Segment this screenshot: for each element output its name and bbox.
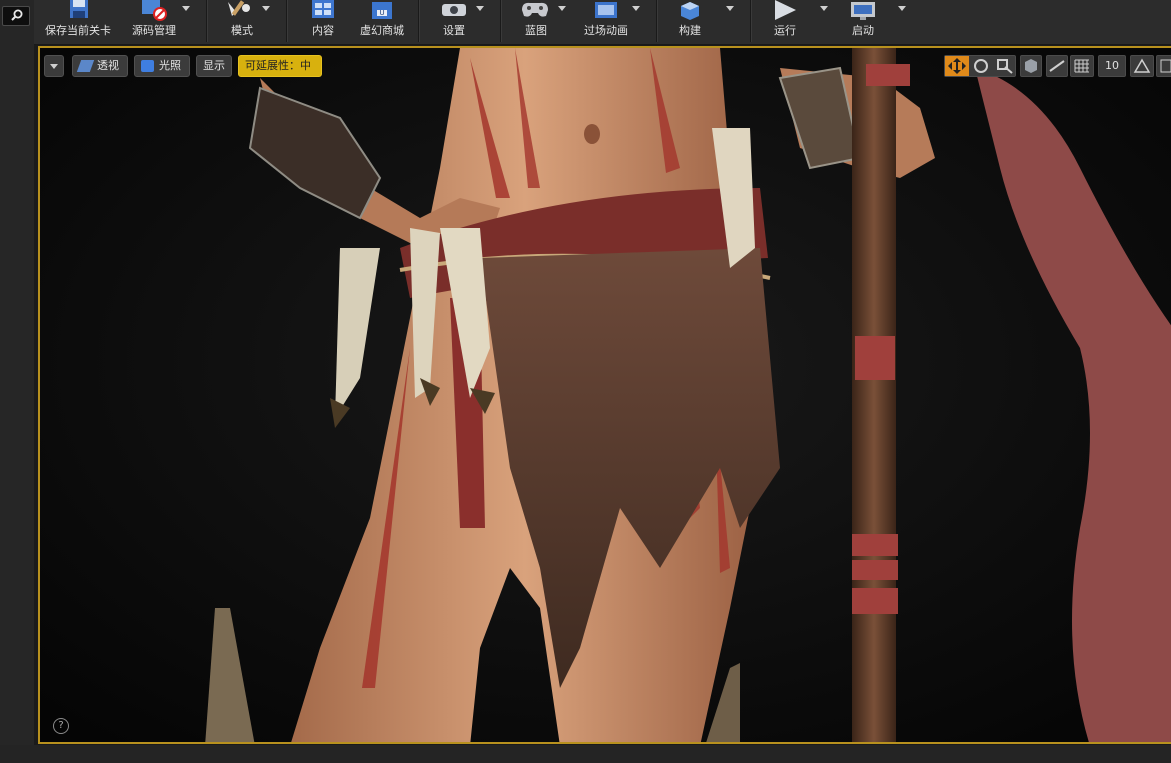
perspective-cube-icon [76,60,95,72]
bottom-status-bar [0,745,1171,763]
perspective-label: 透视 [97,59,119,72]
grid-snap-toggle[interactable] [1070,55,1094,77]
left-panel [0,0,34,763]
rotation-snap-icon [1133,58,1151,73]
build-button[interactable]: 构建 [668,0,712,42]
cinematics-label: 过场动画 [584,24,628,37]
content-grid-icon [312,0,334,18]
save-current-level-button[interactable]: 保存当前关卡 [40,0,116,42]
save-current-level-label: 保存当前关卡 [45,24,111,37]
source-control-icon [142,0,167,21]
transform-tools-group [944,55,1016,77]
launch-dropdown-arrow[interactable] [898,6,906,11]
lit-sphere-icon [141,60,154,72]
play-icon [775,0,796,20]
settings-button[interactable]: 设置 [434,0,474,42]
toolbar-separator [656,0,658,42]
surface-snap-icon [1049,60,1065,72]
rotate-tool-icon[interactable] [969,56,993,76]
modes-dropdown-arrow[interactable] [262,6,270,11]
search-icon [11,9,23,21]
grid-snap-value[interactable]: 10 [1098,55,1126,77]
play-button[interactable]: 运行 [762,0,808,42]
toolbar-separator [286,0,288,42]
build-dropdown-arrow[interactable] [726,6,734,11]
toolbar-separator [418,0,420,42]
build-label: 构建 [679,24,701,37]
scalability-label: 可延展性：中 [245,59,311,72]
scene-render [40,48,1171,742]
blueprints-dropdown-arrow[interactable] [558,6,566,11]
rotation-snap-value-icon [1160,59,1171,73]
play-label: 运行 [774,24,796,37]
viewport-options-button[interactable] [44,55,64,77]
grid-icon [1074,59,1089,73]
cube-icon [1025,59,1037,73]
content-button[interactable]: 内容 [300,0,346,42]
marketplace-button[interactable]: U 虚幻商城 [352,0,412,42]
show-flags-button[interactable]: 显示 [196,55,232,77]
cinematics-button[interactable]: 过场动画 [574,0,638,42]
launch-label: 启动 [852,24,874,37]
settings-dropdown-arrow[interactable] [476,6,484,11]
play-dropdown-arrow[interactable] [820,6,828,11]
lit-label: 光照 [159,59,181,72]
lit-view-mode-button[interactable]: 光照 [134,55,190,77]
level-viewport[interactable]: 透视 光照 显示 可延展性：中 10 ? [38,46,1171,744]
source-control-label: 源码管理 [132,24,176,37]
rotation-snap-value[interactable] [1156,55,1171,77]
floppy-disk-icon [70,0,88,18]
marketplace-bag-icon: U [372,2,392,19]
launch-button[interactable]: 启动 [840,0,886,42]
source-control-dropdown-arrow[interactable] [182,6,190,11]
cinematics-dropdown-arrow[interactable] [632,6,640,11]
show-label: 显示 [203,59,225,72]
main-toolbar: 保存当前关卡 源码管理 模式 内容 U 虚幻商城 设置 蓝图 过场动画 构建 运… [34,0,1171,45]
marketplace-label: 虚幻商城 [360,24,404,37]
surface-snapping-button[interactable] [1046,55,1068,77]
settings-gear-icon [442,4,466,16]
perspective-button[interactable]: 透视 [72,55,128,77]
help-icon[interactable]: ? [53,718,69,734]
world-local-toggle[interactable] [1020,55,1042,77]
build-cubes-icon [681,2,699,20]
source-control-button[interactable]: 源码管理 [124,0,184,42]
launch-monitor-icon [851,2,875,20]
translate-tool-icon[interactable] [945,56,969,76]
toolbar-separator [750,0,752,42]
content-label: 内容 [312,24,334,37]
scale-tool-icon[interactable] [993,56,1017,76]
svg-text:U: U [379,9,384,17]
toolbar-separator [206,0,208,42]
chevron-down-icon [50,64,58,69]
scalability-warning-badge[interactable]: 可延展性：中 [238,55,322,77]
blueprints-button[interactable]: 蓝图 [512,0,560,42]
modes-label: 模式 [231,24,253,37]
blueprints-label: 蓝图 [525,24,547,37]
blueprint-gamepad-icon [522,2,548,17]
rotation-snap-toggle[interactable] [1130,55,1154,77]
modes-brush-icon [228,0,250,16]
toolbar-separator [500,0,502,42]
search-button[interactable] [2,6,30,26]
settings-label: 设置 [443,24,465,37]
cinematics-clapper-icon [595,2,617,18]
